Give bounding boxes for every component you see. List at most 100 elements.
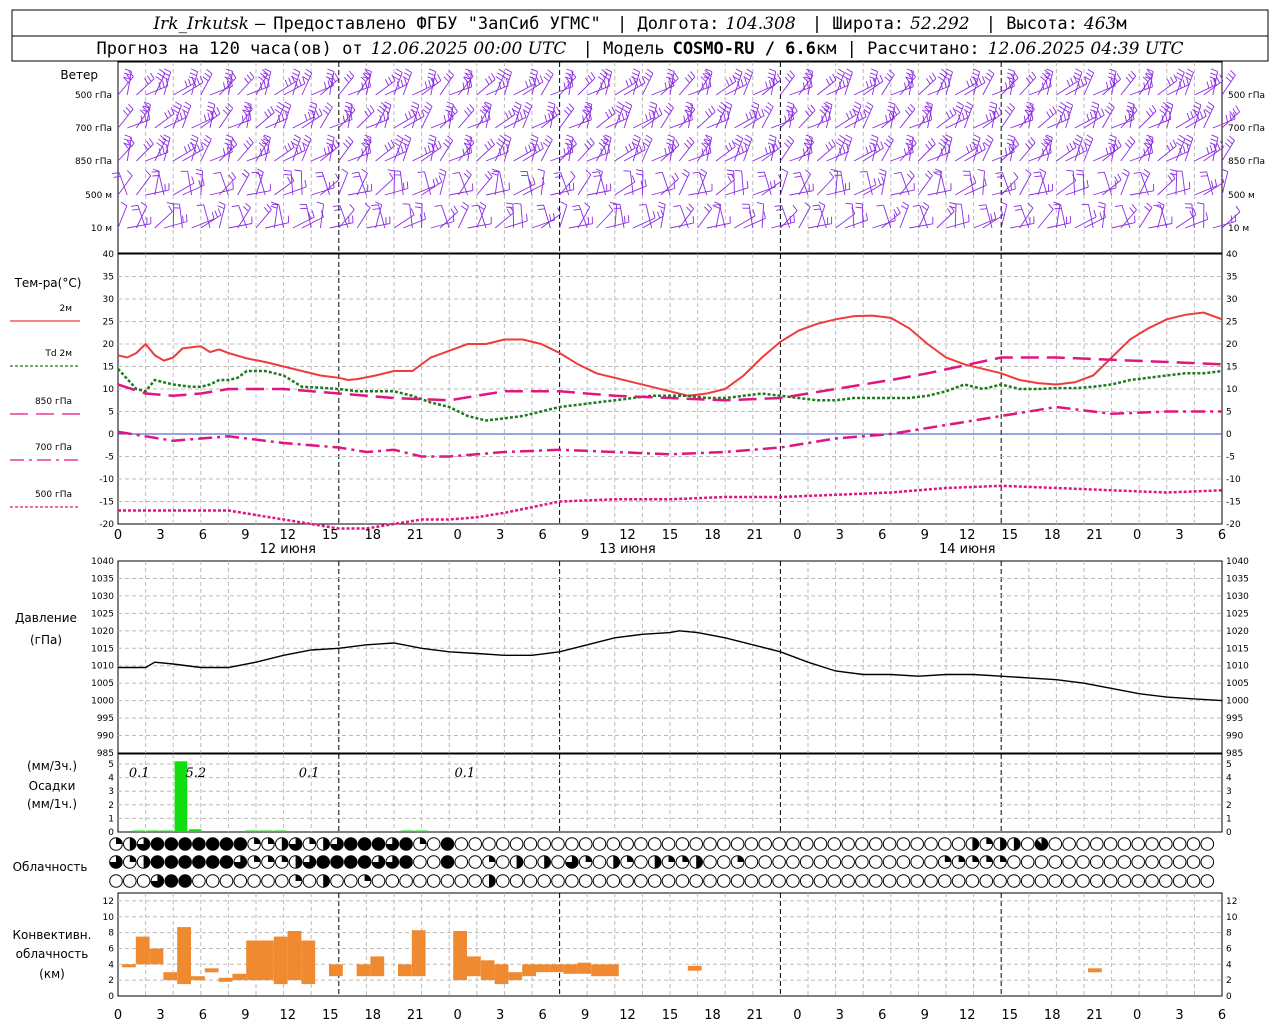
cloud-symbol <box>1103 837 1118 851</box>
wind-barb-feather <box>1048 203 1054 210</box>
cloud-symbol <box>910 874 925 888</box>
wind-barb-feather <box>437 74 442 81</box>
wind-barb-feather <box>428 138 436 142</box>
x-tick-label-bottom: 21 <box>747 1008 764 1023</box>
wind-barb-feather <box>179 112 183 120</box>
wind-barb-feather <box>664 82 667 90</box>
temp-title: Тем-ра(°С) <box>14 276 82 290</box>
wind-barb-feather <box>553 171 561 175</box>
x-tick-label-bottom: 9 <box>241 1008 249 1023</box>
wind-barb-feather <box>1226 138 1233 145</box>
wind-barb-feather <box>652 211 656 219</box>
wind-barb-feather <box>427 142 435 146</box>
wind-barb <box>366 223 391 229</box>
cloud-fill-full <box>316 855 330 869</box>
cloud-fill-full <box>178 837 192 851</box>
wind-barb-feather <box>983 142 990 147</box>
cloud-symbol <box>1145 874 1159 888</box>
wind-barb-feather <box>1235 105 1240 112</box>
cloud-symbol <box>496 837 510 851</box>
wind-barb-feather <box>758 175 766 178</box>
wind-barb-feather <box>769 68 776 72</box>
wind-barb-feather <box>675 139 680 146</box>
conv-ytick-left: 8 <box>108 929 114 939</box>
wind-barb-feather <box>683 168 690 174</box>
wind-barb-feather <box>417 171 425 173</box>
wind-barb-feather <box>700 168 707 174</box>
wind-barb-feather <box>427 76 435 80</box>
cloud-symbol <box>1172 855 1187 869</box>
wind-barb-feather <box>590 72 596 79</box>
wind-barb-feather <box>1004 148 1008 156</box>
x-tick-label-bottom: 3 <box>156 1008 164 1023</box>
wind-barb-feather <box>549 214 552 222</box>
temperature-panel: Тем-ра(°С) 2мTd 2м850 гПа700 гПа500 гПа … <box>10 250 1241 557</box>
wind-barb-feather <box>794 175 802 178</box>
wind-barb-feather <box>1225 76 1232 83</box>
wind-barb-feather <box>1109 68 1117 72</box>
cloud-fill-part <box>1035 837 1048 851</box>
cloud-symbol <box>786 855 800 869</box>
press-ytick-right: 1040 <box>1226 557 1249 567</box>
wind-barb-feather <box>878 172 886 176</box>
wind-barb-feather <box>608 109 613 116</box>
press-ytick-right: 1030 <box>1226 592 1249 602</box>
wind-barb-feather <box>170 107 175 114</box>
wind-barb-feather <box>130 204 138 207</box>
wind-barb-feather <box>251 171 259 174</box>
conv-bar <box>260 940 274 981</box>
wind-barb-feather <box>125 106 131 113</box>
precip-unit-3h: (мм/3ч.) <box>27 759 77 773</box>
wind-barb-feather <box>452 171 460 175</box>
wind-barb-feather <box>555 175 563 178</box>
wind-barb-feather <box>1199 171 1207 173</box>
wind-barb-feather <box>981 75 986 83</box>
wind-barb-feather <box>972 72 979 77</box>
wind-barb-feather <box>888 69 895 75</box>
wind-barb-feather <box>164 112 169 119</box>
wind-barb-feather <box>163 134 171 139</box>
wind-barb <box>200 73 213 96</box>
cloud-symbol <box>1200 855 1215 869</box>
x-tick-label-bottom: 6 <box>199 1008 207 1023</box>
wind-barb-feather <box>906 68 914 72</box>
wind-barb-feather <box>943 142 951 146</box>
cloud-symbol <box>758 837 773 851</box>
cloud-symbol <box>813 837 828 851</box>
cloud-fill-part <box>544 855 551 869</box>
precip-value-label: 0.1 <box>454 766 475 781</box>
wind-barb-feather <box>979 208 987 210</box>
wind-barb-feather <box>692 171 700 174</box>
header-dash: — <box>255 14 266 34</box>
x-tick-label: 21 <box>1086 528 1103 543</box>
wind-barb-feather <box>1159 109 1166 115</box>
wind-barb-feather <box>435 177 439 185</box>
latitude-value: 52.292 <box>910 14 969 34</box>
cloud-fill-part <box>419 837 427 844</box>
cloud-symbol <box>896 874 911 888</box>
cloud-fill-full <box>151 837 164 851</box>
wind-barb-feather <box>865 213 868 221</box>
calc-time: 12.06.2025 04:39 UTC <box>988 39 1184 59</box>
wind-barb-feather <box>688 203 694 210</box>
wind-barb-feather <box>955 105 963 110</box>
day-labels: 12 июня 13 июня 14 июня <box>260 542 996 557</box>
wind-barb-feather <box>536 77 541 85</box>
wind-barb <box>421 181 443 196</box>
cloud-fill-part <box>129 837 137 851</box>
wind-barb-feather <box>190 138 198 143</box>
wind-barb-feather <box>426 101 433 107</box>
wind-barb-feather <box>309 105 316 109</box>
wind-barb-feather <box>784 115 787 123</box>
wind-barb-feather <box>645 72 652 78</box>
wind-barb-feather <box>185 214 188 222</box>
wind-barb-feather <box>768 72 776 76</box>
wind-barb-feather <box>912 204 920 207</box>
wind-barb-feather <box>1031 71 1037 78</box>
wind-barb-feather <box>525 80 529 88</box>
press-ytick-right: 1010 <box>1226 662 1249 672</box>
cloud-symbol <box>703 855 717 869</box>
wind-barb-feather <box>270 106 275 113</box>
cloud-symbol <box>1090 837 1104 851</box>
cloud-symbol <box>951 837 966 851</box>
